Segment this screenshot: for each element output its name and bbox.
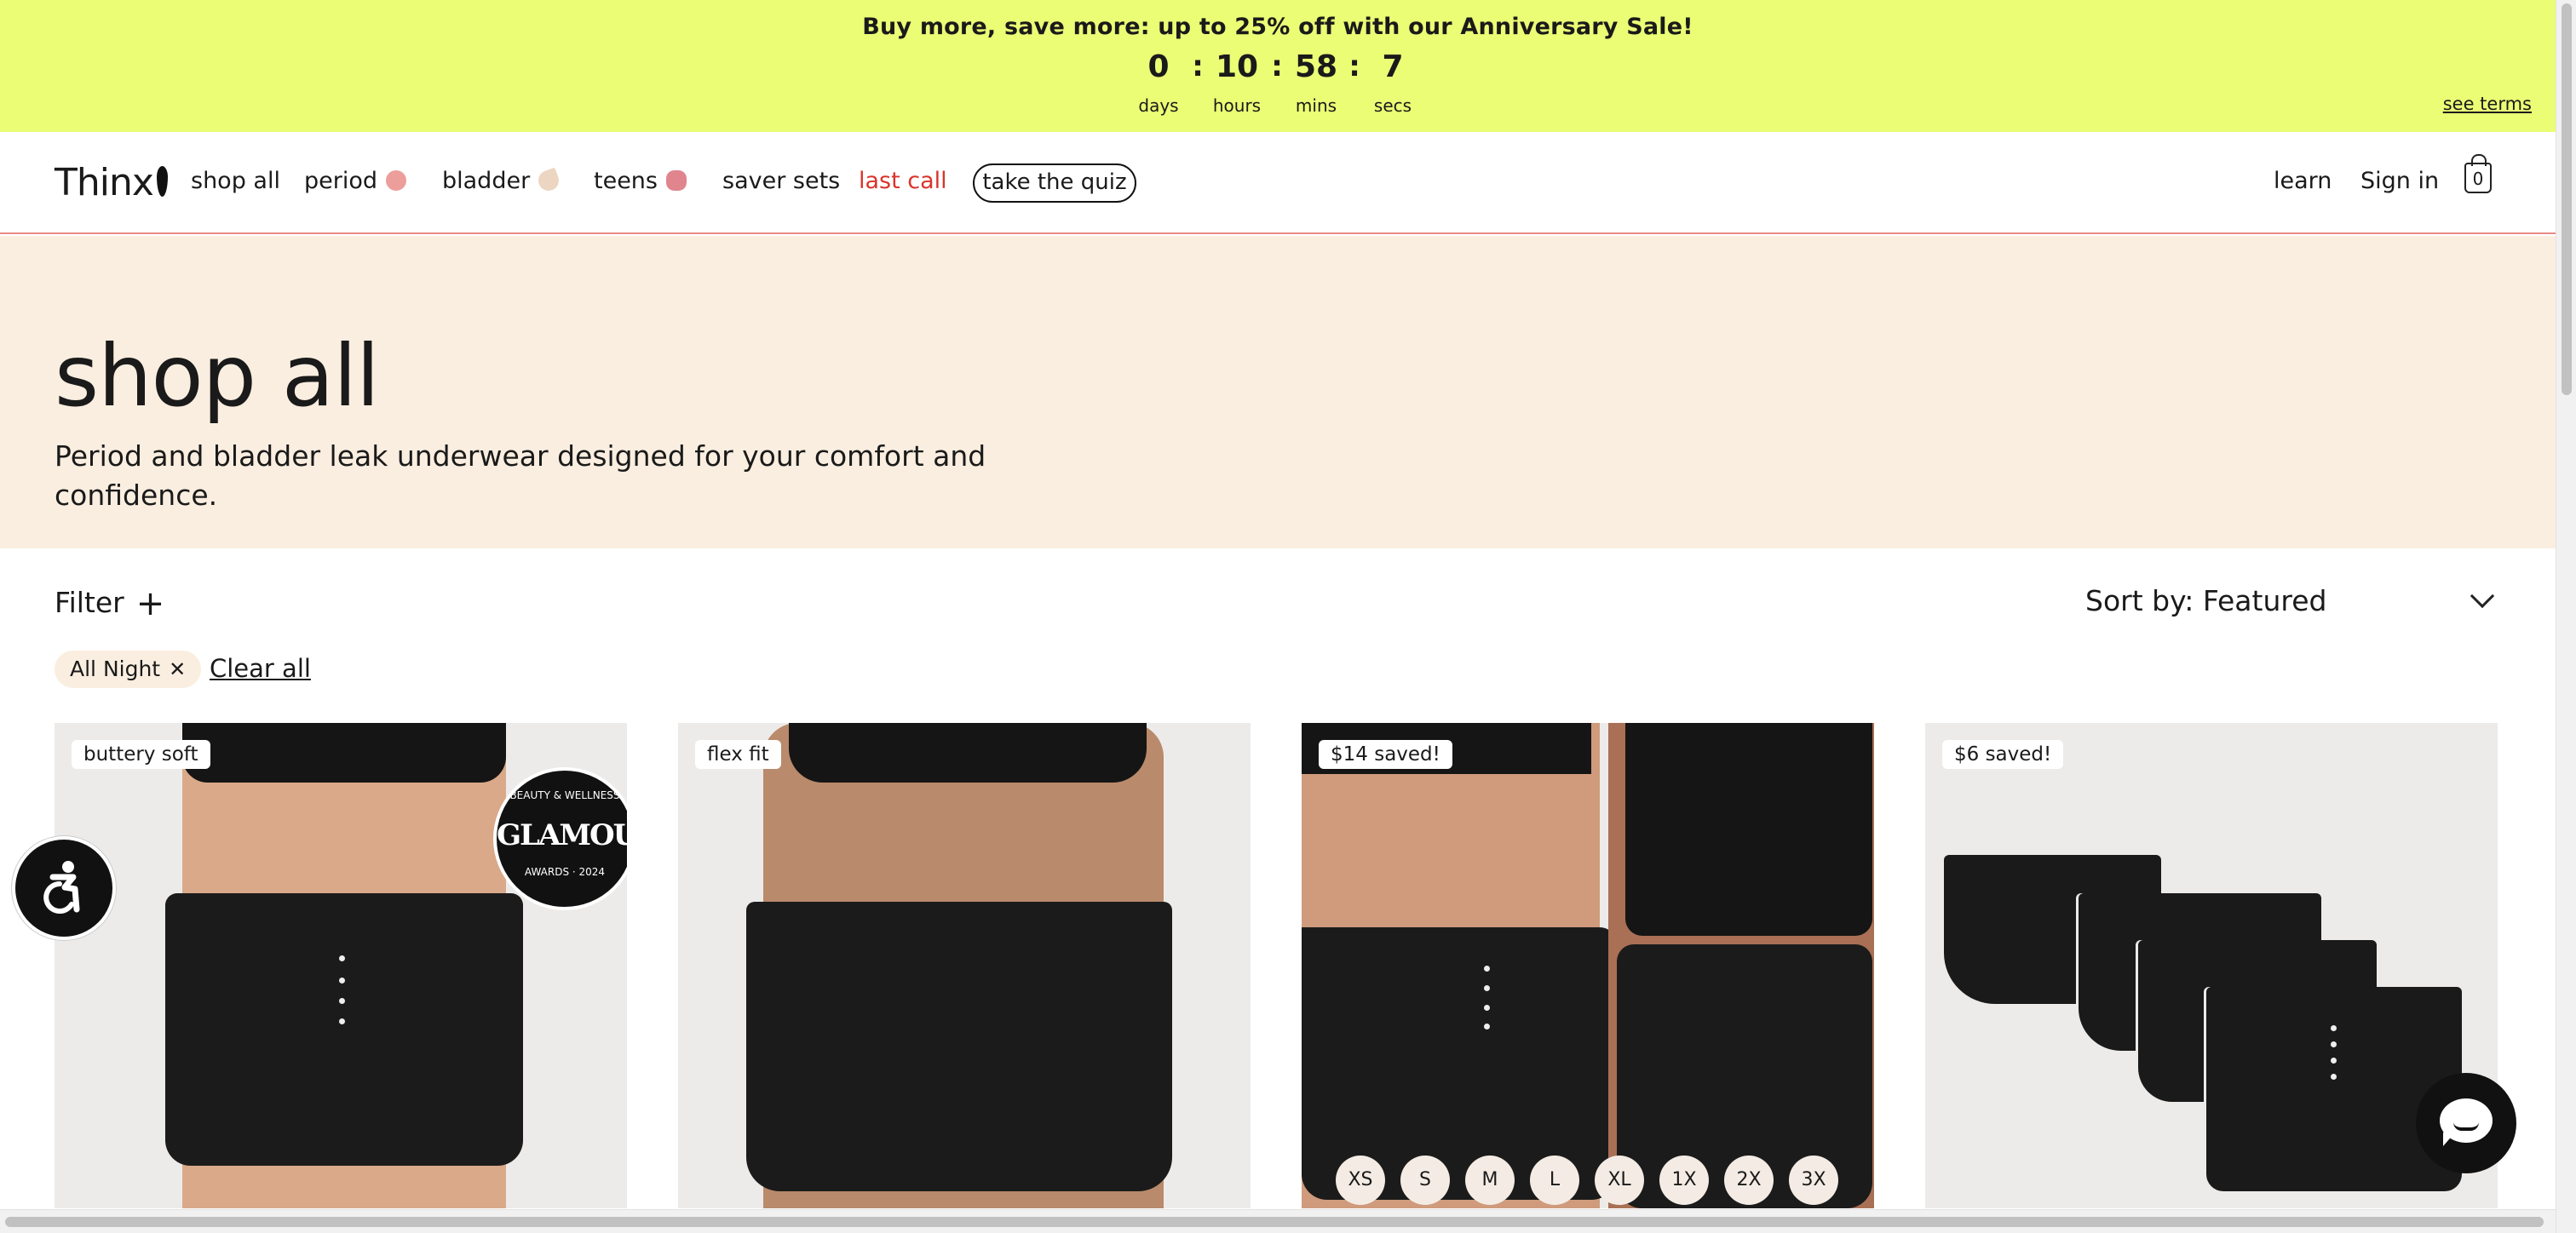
chat-bubble-shape [2440,1098,2493,1146]
size-option[interactable]: M [1465,1156,1515,1205]
nav-label: bladder [442,168,531,194]
product-card[interactable]: flex fit [678,723,1251,1208]
clear-all-link[interactable]: Clear all [210,654,311,683]
page-title: shop all [55,326,380,426]
product-image[interactable] [678,723,1251,1208]
page: Buy more, save more: up to 25% off with … [0,0,2556,1233]
announcement-bar: Buy more, save more: up to 25% off with … [0,0,2556,132]
nav-period[interactable]: period [304,168,407,194]
nav-label: saver sets [722,168,841,194]
sign-in-link[interactable]: Sign in [2360,168,2439,194]
filter-toggle[interactable]: Filter + [55,584,164,623]
size-option[interactable]: XS [1336,1156,1385,1205]
accessibility-icon[interactable] [12,836,116,940]
product-badge: $14 saved! [1319,740,1452,769]
countdown-mins-value: 58 [1294,49,1338,84]
chat-icon[interactable] [2416,1073,2516,1173]
horizontal-scrollbar[interactable] [0,1209,2556,1233]
award-bottom-text: AWARDS · 2024 [524,866,606,878]
product-badge: buttery soft [72,740,210,769]
active-filter-chip[interactable]: All Night ✕ [55,651,202,688]
hero-banner: shop all Period and bladder leak underwe… [0,236,2556,548]
countdown-days-label: days [1138,95,1179,116]
nav-last-call[interactable]: last call [859,168,947,194]
countdown-days-value: 0 [1147,49,1170,84]
size-option[interactable]: XL [1595,1156,1644,1205]
countdown-mins-label: mins [1295,95,1337,116]
size-option[interactable]: L [1530,1156,1579,1205]
close-icon[interactable]: ✕ [169,657,186,681]
countdown-secs-label: secs [1373,95,1412,116]
product-image[interactable] [1302,723,1874,1208]
sort-dropdown[interactable]: Sort by: Featured [2085,584,2326,617]
beige-drop-icon [535,167,562,194]
product-badge: $6 saved! [1942,740,2064,769]
countdown-hours-label: hours [1212,95,1262,116]
chevron-down-icon[interactable] [2470,583,2495,609]
countdown-secs-value: 7 [1382,49,1404,84]
nav-label: shop all [191,168,280,194]
promo-text[interactable]: Buy more, save more: up to 25% off with … [0,14,2556,40]
plus-icon: + [135,584,165,623]
cart-icon[interactable]: 0 [2464,154,2492,193]
site-header: Thinx shop all period bladder teens save… [0,132,2556,234]
size-option[interactable]: 1X [1659,1156,1709,1205]
logo-drop-icon [156,166,168,197]
nav-saver-sets[interactable]: saver sets [722,168,840,194]
product-image[interactable] [1925,723,2498,1208]
filter-label: Filter [55,586,124,619]
chip-label: All Night [70,657,161,681]
cart-count: 0 [2472,169,2484,189]
size-option[interactable]: S [1400,1156,1450,1205]
pink-flower-icon [666,170,687,191]
product-badge: flex fit [695,740,781,769]
award-logo-text: GLAMOUR [497,818,627,852]
vertical-scrollbar[interactable] [2556,0,2576,1233]
take-the-quiz-button[interactable]: take the quiz [973,163,1136,203]
thinx-logo[interactable]: Thinx [55,161,168,204]
nav-shop-all[interactable]: shop all [191,168,280,194]
page-subtitle: Period and bladder leak underwear design… [55,439,986,512]
nav-label: period [304,168,378,194]
countdown-timer: 0 : 10 : 58 : 7 days hours mins secs [0,49,2556,118]
product-card[interactable]: $14 saved! XS S M L XL 1X 2X 3X [1302,723,1874,1208]
nav-label: last call [859,168,947,194]
pink-circle-icon [386,170,407,191]
logo-text: Thinx [55,161,154,204]
scrollbar-thumb[interactable] [2562,3,2572,395]
product-card[interactable]: buttery soft BEAUTY & WELLNESS GLAMOUR A… [55,723,627,1208]
countdown-hours-value: 10 [1215,49,1259,84]
glamour-award-seal: BEAUTY & WELLNESS GLAMOUR AWARDS · 2024 [493,767,627,910]
nav-teens[interactable]: teens [594,168,687,194]
see-terms-link[interactable]: see terms [2443,94,2532,114]
scrollbar-thumb[interactable] [5,1217,2544,1227]
size-option[interactable]: 3X [1789,1156,1838,1205]
product-card[interactable]: $6 saved! [1925,723,2498,1208]
nav-bladder[interactable]: bladder [442,167,562,194]
size-option[interactable]: 2X [1724,1156,1774,1205]
learn-link[interactable]: learn [2274,168,2332,194]
award-top-text: BEAUTY & WELLNESS [509,789,620,801]
nav-label: teens [594,168,658,194]
